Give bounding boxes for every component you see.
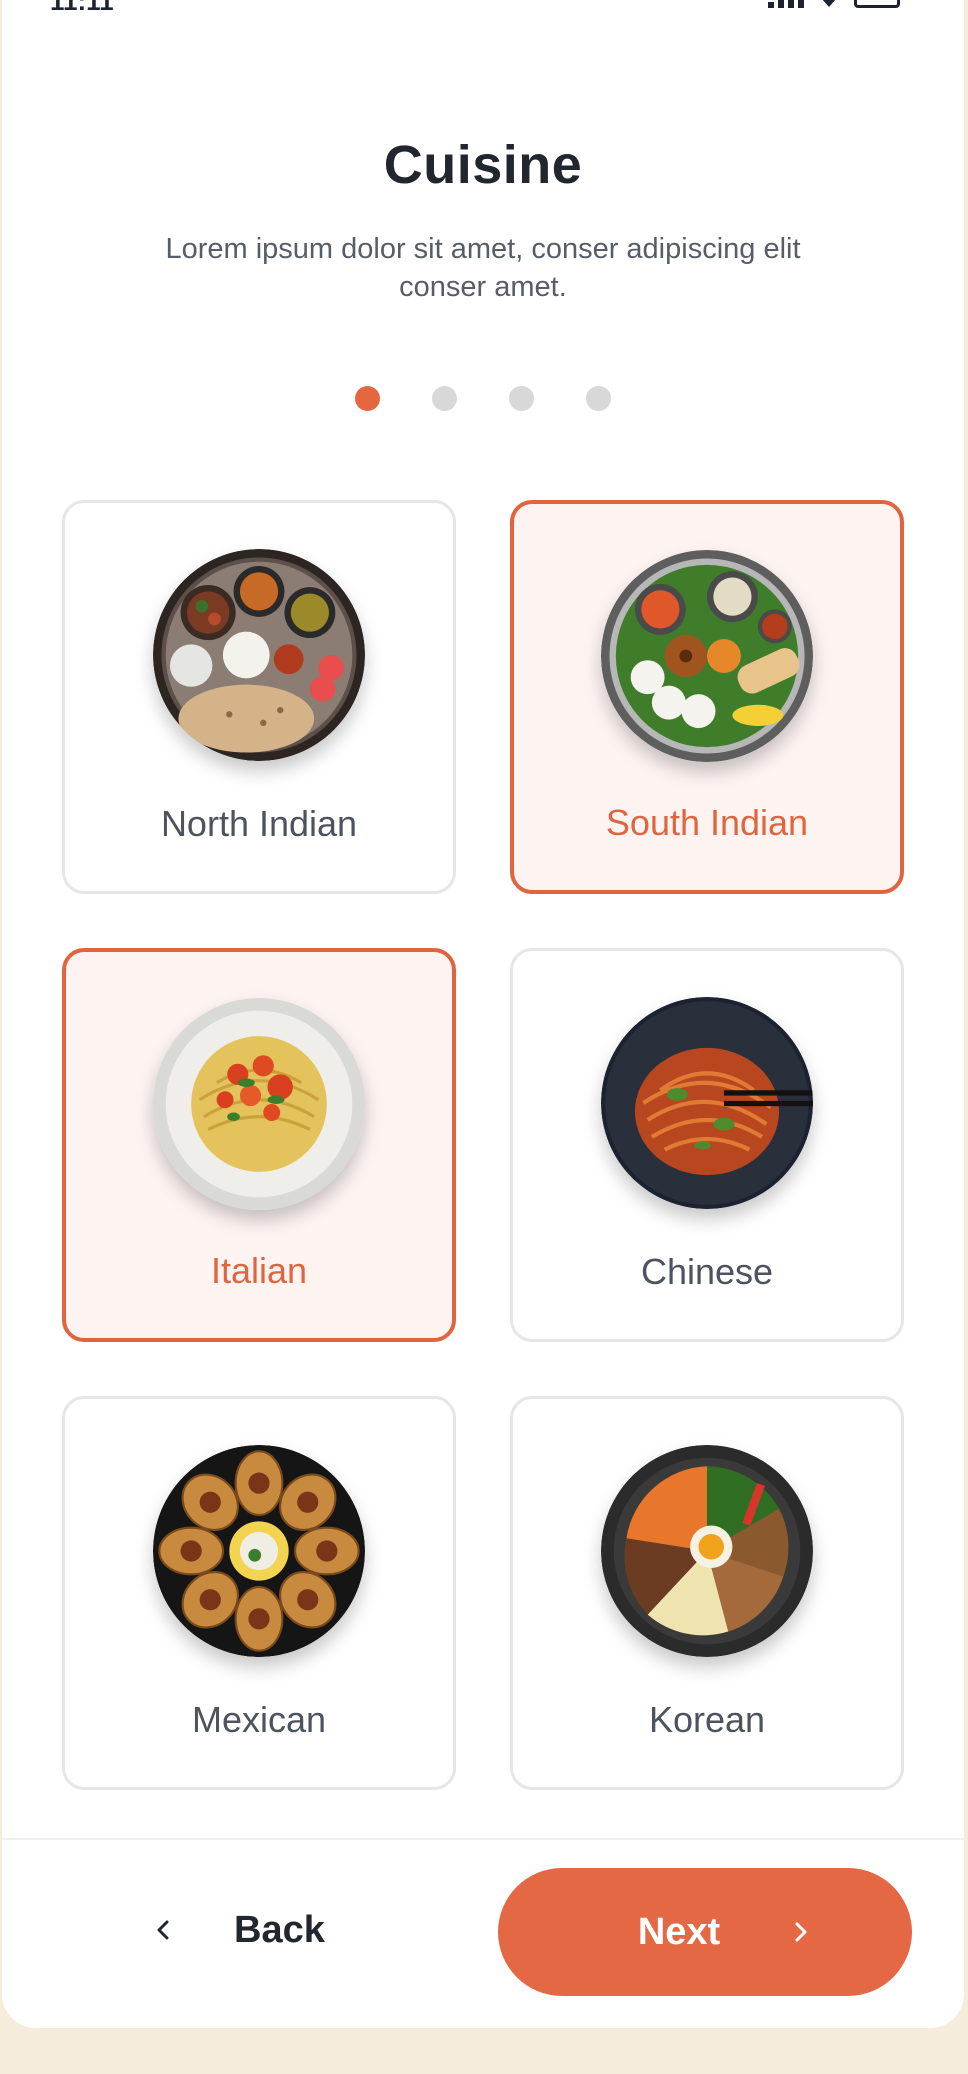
cuisine-label: Mexican: [191, 1699, 327, 1740]
cuisine-label: Chinese: [640, 1251, 774, 1292]
italian-pasta-image: [153, 998, 365, 1210]
pagination-dot: [432, 386, 457, 411]
cuisine-card-mexican[interactable]: Mexican: [62, 1396, 456, 1790]
wifi-icon: [822, 0, 836, 7]
page-title: Cuisine: [383, 135, 583, 195]
pagination-dot: [509, 386, 534, 411]
status-time: 11:11: [50, 0, 114, 16]
cuisine-card-south-indian[interactable]: South Indian: [510, 500, 904, 894]
battery-icon: [854, 0, 900, 8]
next-button[interactable]: Next: [498, 1868, 912, 1996]
cuisine-grid: North Indian South Indian Italian Chines…: [62, 500, 906, 1790]
cuisine-card-north-indian[interactable]: North Indian: [62, 500, 456, 894]
cuisine-card-chinese[interactable]: Chinese: [510, 948, 904, 1342]
signal-icon: [768, 0, 804, 8]
chinese-noodles-image: [601, 997, 813, 1209]
chevron-left-icon: [157, 1920, 169, 1940]
pagination-dots: [2, 386, 964, 411]
north-indian-thali-image: [153, 549, 365, 761]
status-icons: [768, 0, 900, 8]
pagination-dot: [586, 386, 611, 411]
cuisine-label: Korean: [648, 1699, 766, 1740]
cuisine-label: Italian: [210, 1250, 308, 1291]
cuisine-label: South Indian: [605, 802, 809, 843]
mexican-tacos-image: [153, 1445, 365, 1657]
back-label: Back: [234, 1908, 325, 1951]
south-indian-platter-image: [601, 550, 813, 762]
cuisine-label: North Indian: [160, 803, 358, 844]
back-button[interactable]: Back: [152, 1870, 382, 1990]
bottom-navigation: Back Next: [2, 1838, 964, 2028]
korean-bibimbap-image: [601, 1445, 813, 1657]
status-bar: 11:11: [2, 0, 964, 16]
app-screen: 11:11 Cuisine Lorem ipsum dolor sit amet…: [2, 0, 964, 2028]
pagination-dot-active: [355, 386, 380, 411]
page-subtitle: Lorem ipsum dolor sit amet, conser adipi…: [165, 233, 801, 303]
cuisine-card-italian[interactable]: Italian: [62, 948, 456, 1342]
cuisine-card-korean[interactable]: Korean: [510, 1396, 904, 1790]
chevron-right-icon: [795, 1922, 807, 1942]
next-label: Next: [637, 1910, 721, 1953]
